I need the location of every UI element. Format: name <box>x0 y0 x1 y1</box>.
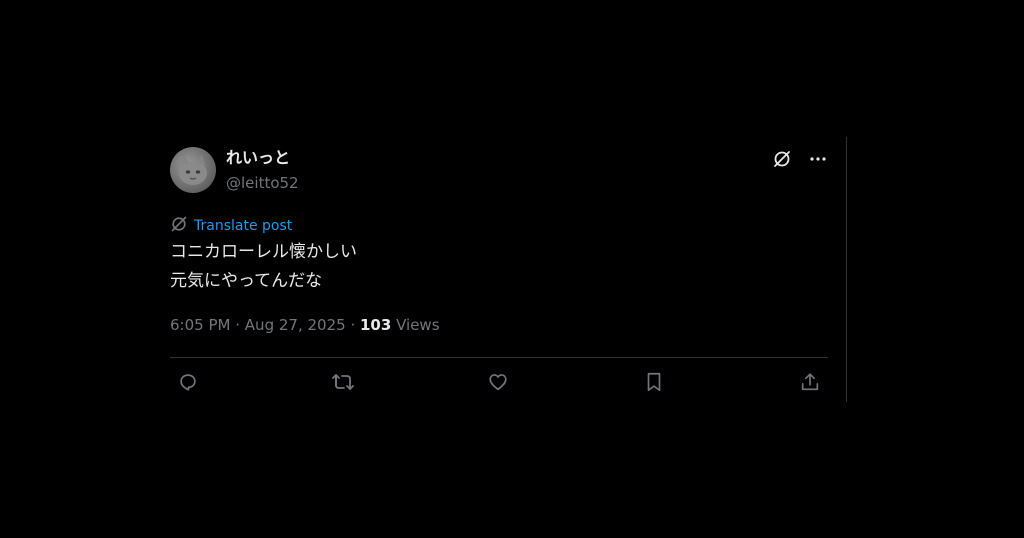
post-date[interactable]: Aug 27, 2025 <box>245 316 346 334</box>
share-icon <box>799 371 821 397</box>
more-icon[interactable] <box>808 149 828 169</box>
repost-button[interactable] <box>331 372 355 396</box>
like-icon <box>487 371 509 397</box>
post-card: れいっと @leitto52 Translate post コニカローレル懐かし… <box>170 146 828 402</box>
views-count: 103 <box>360 316 392 334</box>
reply-icon <box>177 371 199 397</box>
like-button[interactable] <box>486 372 510 396</box>
user-handle[interactable]: @leitto52 <box>226 173 299 193</box>
translate-post-link[interactable]: Translate post <box>170 215 292 237</box>
post-meta: 6:05 PM · Aug 27, 2025 · 103 Views <box>170 315 440 335</box>
post-header-actions <box>772 149 828 169</box>
avatar[interactable] <box>170 147 216 193</box>
post-text-line-1: コニカローレル懐かしい <box>170 242 357 262</box>
grok-icon[interactable] <box>772 149 792 169</box>
views-label: Views <box>396 316 440 334</box>
bookmark-icon <box>644 371 664 397</box>
column-border <box>846 137 847 402</box>
display-name[interactable]: れいっと <box>226 148 290 168</box>
repost-icon <box>331 371 355 397</box>
translate-icon <box>170 215 188 237</box>
post-actions-bar <box>170 372 828 396</box>
divider <box>170 357 828 358</box>
post-text: コニカローレル懐かしい 元気にやってんだな <box>170 238 357 296</box>
post-time[interactable]: 6:05 PM <box>170 316 230 334</box>
bookmark-button[interactable] <box>642 372 666 396</box>
reply-button[interactable] <box>176 372 200 396</box>
post-text-line-2: 元気にやってんだな <box>170 271 323 291</box>
share-button[interactable] <box>798 372 822 396</box>
translate-post-label[interactable]: Translate post <box>194 217 292 235</box>
screen: れいっと @leitto52 Translate post コニカローレル懐かし… <box>0 0 1024 538</box>
